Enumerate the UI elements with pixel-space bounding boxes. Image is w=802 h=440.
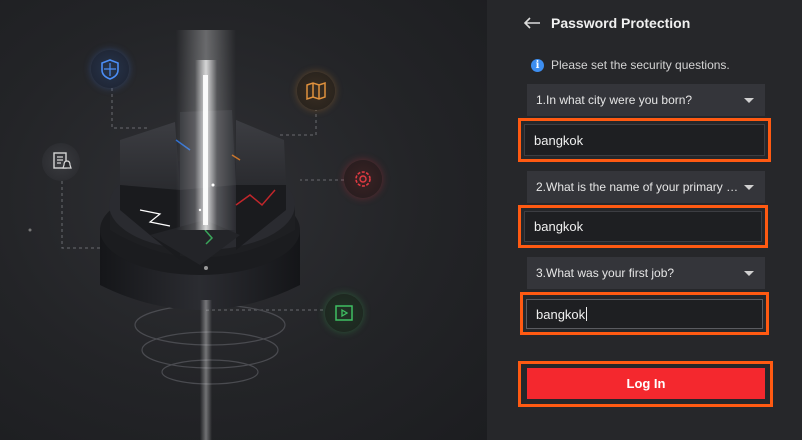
illustration-panel (0, 0, 487, 440)
info-message: i Please set the security questions. (531, 58, 730, 72)
question-3-label: 3.What was your first job? (536, 266, 675, 280)
question-2-label: 2.What is the name of your primary schoo… (536, 180, 741, 194)
header: Password Protection (523, 12, 690, 34)
chevron-down-icon (744, 271, 754, 276)
answer-1-input[interactable]: bangkok (524, 124, 765, 156)
page-title: Password Protection (551, 15, 691, 31)
chevron-down-icon (744, 98, 754, 103)
answer-3-value: bangkok (536, 306, 586, 322)
document-bell-icon (42, 143, 80, 181)
security-illustration (28, 30, 344, 440)
question-3-select[interactable]: 3.What was your first job? (527, 257, 765, 289)
info-text: Please set the security questions. (551, 58, 730, 72)
question-1-select[interactable]: 1.In what city were you born? (527, 84, 765, 116)
password-protection-panel: Password Protection i Please set the sec… (487, 0, 802, 440)
back-arrow-icon[interactable] (523, 16, 541, 30)
map-icon (297, 72, 335, 110)
shield-icon (91, 50, 129, 88)
answer-1-value: bangkok (534, 132, 584, 148)
question-2-select[interactable]: 2.What is the name of your primary schoo… (527, 171, 765, 203)
info-icon: i (531, 58, 544, 72)
video-icon (325, 294, 363, 332)
answer-3-input[interactable]: bangkok (526, 299, 763, 329)
login-button[interactable]: Log In (527, 368, 765, 399)
question-1-label: 1.In what city were you born? (536, 93, 693, 107)
text-cursor (586, 307, 588, 321)
gear-icon (344, 160, 382, 198)
answer-2-value: bangkok (534, 219, 584, 234)
chevron-down-icon (744, 185, 754, 190)
answer-2-input[interactable]: bangkok (524, 211, 762, 242)
